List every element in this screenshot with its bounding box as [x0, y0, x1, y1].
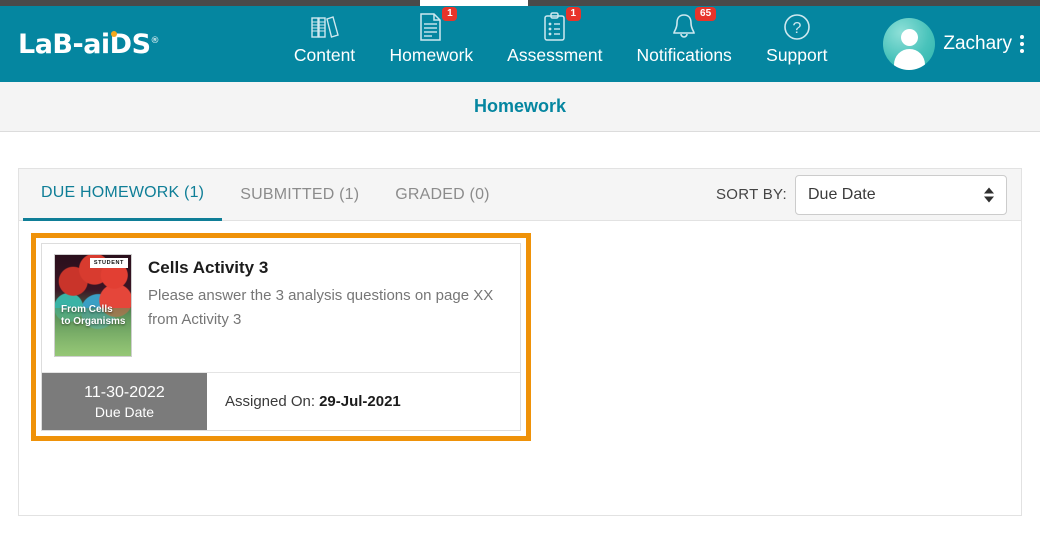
nav-item-homework[interactable]: 1 Homework — [389, 7, 474, 66]
assigned-on-label: Assigned On: — [225, 393, 316, 410]
book-cover-thumbnail[interactable]: STUDENT From Cells to Organisms — [54, 254, 132, 357]
sort-by-select[interactable]: Due Date — [795, 174, 1007, 215]
nav-badge-notifications: 65 — [695, 7, 717, 21]
nav-label-content: Content — [293, 45, 356, 65]
due-date-value: 11-30-2022 — [84, 383, 165, 401]
sort-control: SORT BY: Due Date — [715, 174, 1007, 215]
user-name: Zachary — [943, 33, 1012, 54]
sort-label: SORT BY: — [715, 186, 787, 203]
main-nav: Content 1 Homework 1 Assessment 65 Notif… — [238, 6, 883, 82]
page-subheader: Homework — [0, 82, 1040, 132]
assigned-on-date: 29-Jul-2021 — [319, 393, 401, 410]
document-lines-icon: 1 — [414, 7, 458, 42]
page-body: DUE HOMEWORK (1) SUBMITTED (1) GRADED (0… — [0, 132, 1040, 533]
logo-registered-mark: ® — [150, 35, 160, 46]
books-icon — [308, 12, 342, 42]
homework-description: Please answer the 3 analysis questions o… — [148, 287, 494, 328]
tab-submitted[interactable]: SUBMITTED (1) — [222, 169, 377, 221]
homework-list: STUDENT From Cells to Organisms Cells Ac… — [19, 221, 1021, 441]
due-date-label: Due Date — [94, 403, 155, 420]
assigned-on-row: Assigned On: 29-Jul-2021 — [207, 373, 401, 430]
due-date-box: 11-30-2022 Due Date — [42, 373, 207, 430]
nav-item-notifications[interactable]: 65 Notifications — [636, 7, 732, 66]
homework-title: Cells Activity 3 — [148, 258, 269, 277]
tab-bar: DUE HOMEWORK (1) SUBMITTED (1) GRADED (0… — [19, 169, 1021, 221]
lab-aids-logo[interactable]: LaB-aiDS® — [18, 29, 178, 60]
nav-label-notifications: Notifications — [636, 45, 732, 65]
homework-card[interactable]: STUDENT From Cells to Organisms Cells Ac… — [41, 243, 521, 431]
logo-dot-icon — [111, 30, 117, 37]
page-title: Homework — [473, 96, 567, 116]
homework-panel: DUE HOMEWORK (1) SUBMITTED (1) GRADED (0… — [18, 168, 1022, 516]
nav-badge-homework: 1 — [442, 7, 458, 21]
nav-badge-assessment: 1 — [565, 7, 581, 21]
book-cover-title-line1: From Cells — [61, 304, 113, 315]
nav-item-support[interactable]: ? Support — [766, 12, 828, 66]
nav-label-homework: Homework — [389, 45, 474, 65]
user-menu[interactable]: Zachary — [883, 18, 1026, 70]
nav-label-support: Support — [766, 45, 828, 65]
nav-item-assessment[interactable]: 1 Assessment — [507, 7, 603, 66]
sort-by-value: Due Date — [808, 185, 876, 203]
avatar-body-shape — [893, 49, 925, 70]
homework-card-info: Cells Activity 3 Please answer the 3 ana… — [140, 254, 510, 362]
clipboard-icon: 1 — [538, 7, 581, 42]
avatar — [883, 18, 936, 70]
app-header: LaB-aiDS® Content 1 Homework 1 Assessmen… — [0, 6, 1040, 82]
homework-card-bottom: 11-30-2022 Due Date Assigned On: 29-Jul-… — [42, 372, 520, 430]
homework-card-top: STUDENT From Cells to Organisms Cells Ac… — [42, 244, 520, 372]
tab-graded[interactable]: GRADED (0) — [377, 169, 507, 221]
homework-card-highlight: STUDENT From Cells to Organisms Cells Ac… — [31, 233, 531, 441]
bell-icon: 65 — [667, 7, 717, 42]
nav-item-content[interactable]: Content — [294, 12, 356, 66]
logo-wordmark: LaB-aiDS® — [18, 28, 160, 60]
book-cover-title: From Cells to Organisms — [61, 304, 125, 328]
book-student-ribbon: STUDENT — [89, 258, 128, 268]
logo-text: LaB-aiDS — [18, 28, 151, 60]
svg-text:?: ? — [792, 20, 801, 37]
question-circle-icon: ? — [780, 12, 814, 42]
kebab-menu-icon[interactable] — [1018, 33, 1026, 55]
updown-spinner-icon — [984, 187, 994, 202]
tab-due-homework[interactable]: DUE HOMEWORK (1) — [23, 169, 223, 221]
avatar-person-icon — [900, 29, 918, 46]
nav-label-assessment: Assessment — [507, 45, 603, 65]
book-cover-title-line2: to Organisms — [61, 316, 126, 327]
